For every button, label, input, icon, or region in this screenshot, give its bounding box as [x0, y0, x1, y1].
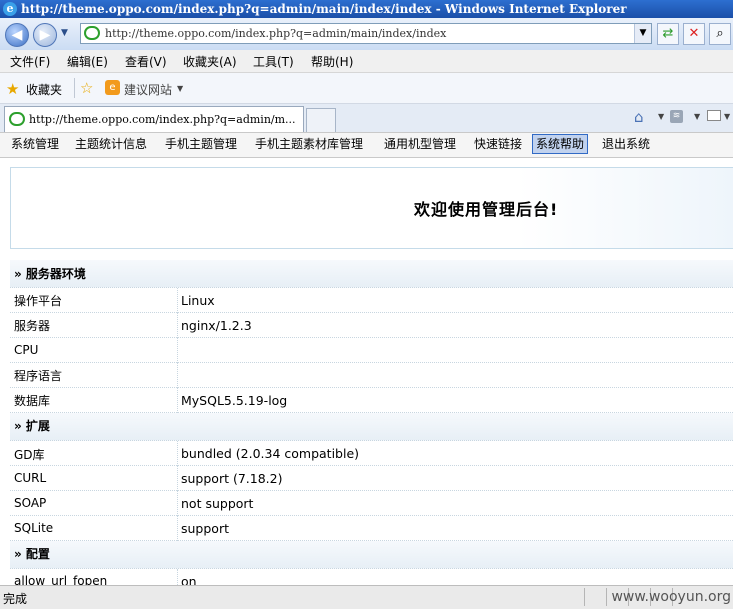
column-divider [177, 441, 178, 466]
row-label: SQLite [14, 521, 54, 535]
column-divider [177, 491, 178, 516]
column-divider [177, 388, 178, 413]
refresh-button[interactable]: ⇄ [657, 23, 679, 45]
section-header-server-env: » 服务器环境 [10, 260, 733, 288]
section-title: » 服务器环境 [14, 267, 86, 281]
browser-tab[interactable]: http://theme.oppo.com/index.php?q=admin/… [4, 106, 304, 132]
row-label: CPU [14, 343, 39, 357]
home-dropdown-icon[interactable]: ▼ [658, 112, 664, 121]
menu-tools[interactable]: 工具(T) [253, 53, 294, 70]
row-value: bundled (2.0.34 compatible) [181, 446, 360, 461]
table-row: SOAP not support [10, 491, 733, 516]
table-row: 服务器 nginx/1.2.3 [10, 313, 733, 338]
favorites-divider [74, 78, 75, 98]
suggested-sites-link[interactable]: 建议网站 [124, 81, 172, 98]
column-divider [177, 363, 178, 388]
row-value: support [181, 521, 229, 536]
nav-logout[interactable]: 退出系统 [602, 135, 650, 153]
section-title: » 配置 [14, 547, 50, 561]
section-header-extensions: » 扩展 [10, 413, 733, 441]
row-value: nginx/1.2.3 [181, 318, 252, 333]
nav-theme-statistics[interactable]: 主题统计信息 [75, 135, 147, 153]
nav-quick-links[interactable]: 快速链接 [474, 135, 522, 153]
window-title: http://theme.oppo.com/index.php?q=admin/… [21, 2, 627, 16]
recent-pages-dropdown-icon[interactable]: ▼ [61, 28, 68, 38]
row-value: not support [181, 496, 254, 511]
window-title-bar: e http://theme.oppo.com/index.php?q=admin… [0, 0, 733, 18]
column-divider [177, 288, 178, 313]
watermark: www.wooyun.org [611, 589, 731, 605]
row-value: Linux [181, 293, 215, 308]
mail-icon[interactable] [707, 110, 721, 121]
favorites-button[interactable]: 收藏夹 [26, 81, 62, 98]
status-divider [584, 588, 585, 606]
row-label: 操作平台 [14, 294, 63, 308]
table-row: GD库 bundled (2.0.34 compatible) [10, 441, 733, 466]
table-row: SQLite support [10, 516, 733, 541]
welcome-message: 欢迎使用管理后台! [414, 200, 559, 219]
tab-favicon-icon [9, 112, 25, 126]
status-text: 完成 [3, 592, 28, 606]
address-dropdown-icon[interactable]: ▼ [634, 24, 651, 43]
add-favorite-icon[interactable]: ☆ [80, 79, 93, 97]
search-icon[interactable]: ⌕ [709, 23, 731, 45]
column-divider [177, 338, 178, 363]
mail-dropdown-icon[interactable]: ▼ [724, 112, 730, 121]
nav-theme-asset-library[interactable]: 手机主题素材库管理 [255, 135, 363, 153]
menu-help[interactable]: 帮助(H) [311, 53, 353, 70]
welcome-panel: 欢迎使用管理后台! [10, 167, 733, 249]
column-divider [177, 569, 178, 585]
column-divider [177, 313, 178, 338]
suggested-sites-dropdown-icon[interactable]: ▼ [177, 84, 183, 93]
status-divider [606, 588, 607, 606]
admin-nav-bar: 系统管理 主题统计信息 手机主题管理 手机主题素材库管理 通用机型管理 快速链接… [0, 132, 733, 158]
menu-file[interactable]: 文件(F) [10, 53, 50, 70]
row-label: CURL [14, 471, 47, 485]
row-label: 程序语言 [14, 369, 63, 383]
column-divider [177, 466, 178, 491]
nav-phone-theme-management[interactable]: 手机主题管理 [165, 135, 237, 153]
table-row: 操作平台 Linux [10, 288, 733, 313]
nav-device-model-management[interactable]: 通用机型管理 [384, 135, 456, 153]
table-row: 程序语言 [10, 363, 733, 388]
row-label: SOAP [14, 496, 47, 510]
row-label: GD库 [14, 448, 45, 462]
row-value: support (7.18.2) [181, 471, 283, 486]
nav-system-help[interactable]: 系统帮助 [532, 134, 589, 154]
back-button[interactable]: ◀ [5, 23, 29, 47]
section-header-config: » 配置 [10, 541, 733, 569]
menu-edit[interactable]: 编辑(E) [67, 53, 108, 70]
address-bar[interactable]: http://theme.oppo.com/index.php?q=admin/… [80, 23, 652, 44]
feeds-dropdown-icon[interactable]: ▼ [694, 112, 700, 121]
address-text: http://theme.oppo.com/index.php?q=admin/… [105, 27, 447, 40]
table-row: CURL support (7.18.2) [10, 466, 733, 491]
forward-button[interactable]: ▶ [33, 23, 57, 47]
new-tab-button[interactable] [306, 108, 336, 132]
site-favicon-icon [84, 26, 100, 40]
row-label: 服务器 [14, 319, 51, 333]
row-label: 数据库 [14, 394, 51, 408]
tab-title: http://theme.oppo.com/index.php?q=admin/… [29, 113, 296, 126]
nav-system-management[interactable]: 系统管理 [11, 135, 59, 153]
ie-logo-icon: e [3, 2, 17, 16]
menu-favorites[interactable]: 收藏夹(A) [183, 53, 237, 70]
status-bar: 完成 www.wooyun.org [0, 585, 733, 609]
feeds-icon[interactable]: ≋ [670, 110, 683, 123]
menu-bar: 文件(F) 编辑(E) 查看(V) 收藏夹(A) 工具(T) 帮助(H) [0, 50, 733, 73]
home-icon[interactable]: ⌂ [634, 108, 644, 126]
favorites-star-icon: ★ [6, 80, 20, 98]
row-value: MySQL5.5.19-log [181, 393, 288, 408]
menu-view[interactable]: 查看(V) [125, 53, 167, 70]
table-row: 数据库 MySQL5.5.19-log [10, 388, 733, 413]
table-row: CPU [10, 338, 733, 363]
column-divider [177, 516, 178, 541]
section-title: » 扩展 [14, 419, 50, 433]
stop-button[interactable]: ✕ [683, 23, 705, 45]
suggested-sites-icon: e [105, 80, 120, 95]
